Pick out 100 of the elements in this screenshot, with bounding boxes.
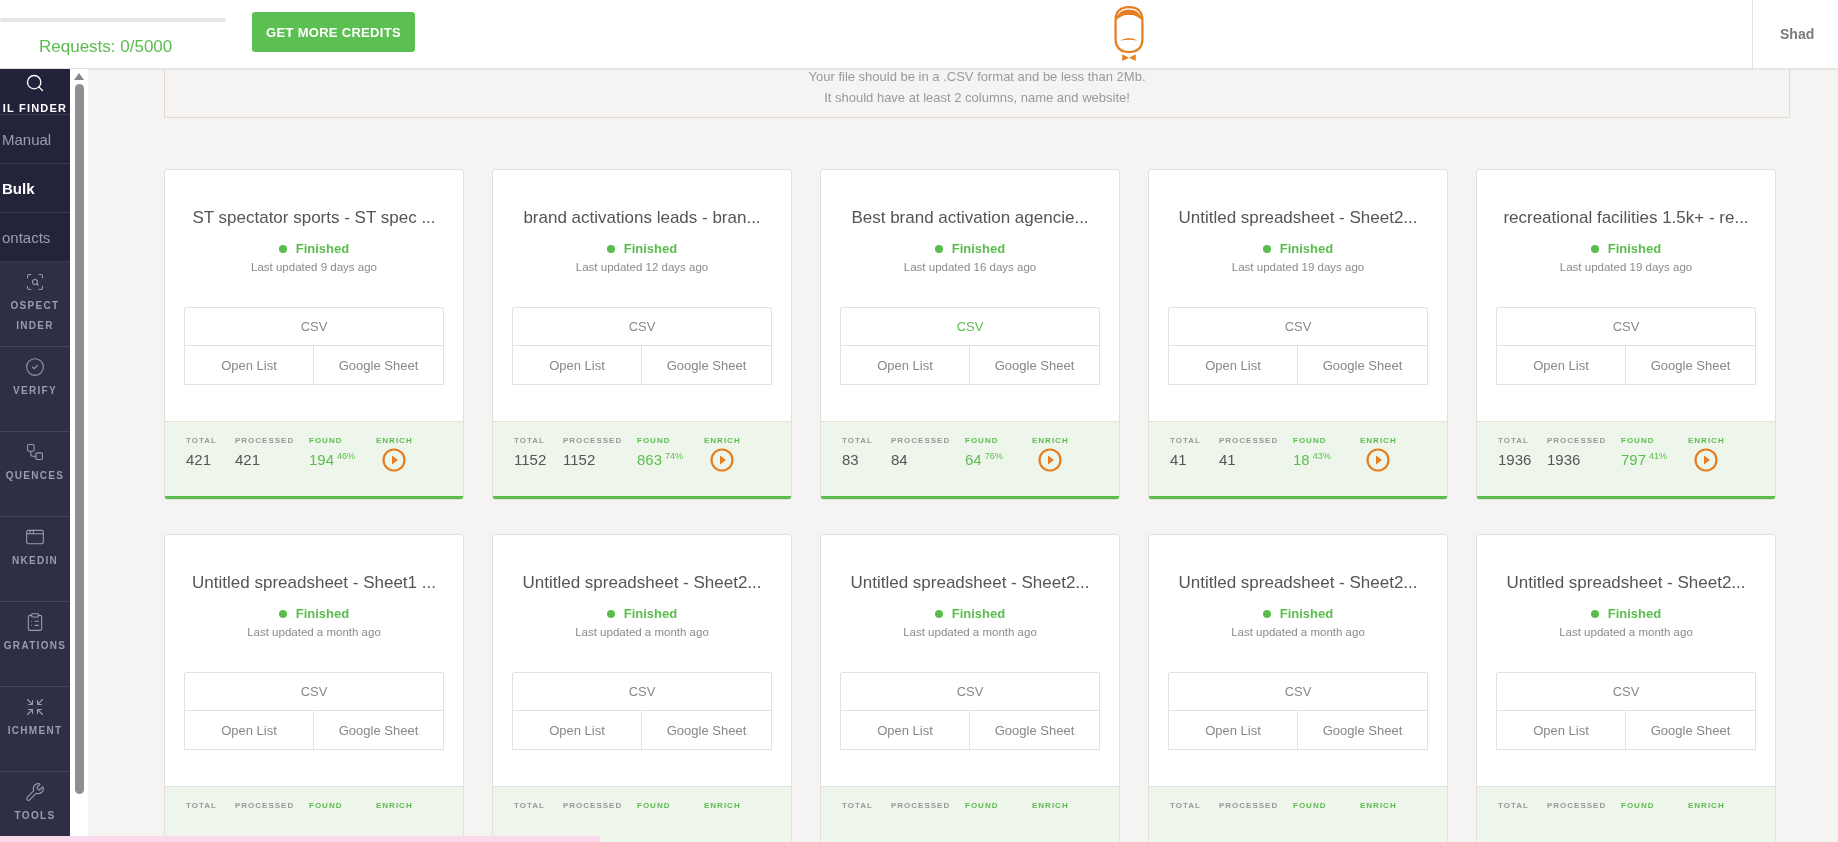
- google-sheet-button[interactable]: Google Sheet: [314, 346, 444, 385]
- nav-item[interactable]: QUENCES: [5, 470, 65, 482]
- play-button[interactable]: [1038, 448, 1062, 472]
- play-button[interactable]: [1694, 448, 1718, 472]
- last-updated: Last updated 16 days ago: [902, 261, 1038, 273]
- upload-hint: It should have at least 2 columns, name and website!: [824, 90, 1130, 105]
- play-button[interactable]: [710, 448, 734, 472]
- stat-label: TOTAL: [1170, 436, 1201, 445]
- stat-value: 1936: [1498, 451, 1533, 470]
- stat-label: FOUND: [965, 436, 999, 445]
- list-title: Untitled spreadsheet - Sheet2...: [1505, 573, 1747, 593]
- list-title: Untitled spreadsheet - Sheet2...: [849, 573, 1091, 593]
- stat-value: 41: [1219, 451, 1237, 470]
- scrollbar-thumb[interactable]: [74, 84, 84, 794]
- nav-item[interactable]: OSPECT: [10, 300, 60, 312]
- open-list-button[interactable]: Open List: [512, 711, 642, 750]
- open-list-button[interactable]: Open List: [512, 346, 642, 385]
- stat-label: PROCESSED: [563, 801, 623, 810]
- user-name[interactable]: Shad: [1780, 26, 1815, 42]
- list-title: Best brand activation agencie...: [850, 208, 1090, 228]
- stat-label: PROCESSED: [1219, 436, 1279, 445]
- csv-button[interactable]: CSV: [1496, 307, 1756, 346]
- stat-label: TOTAL: [514, 801, 545, 810]
- stat-label: FOUND: [637, 436, 671, 445]
- stat-label: PROCESSED: [1219, 801, 1279, 810]
- open-list-button[interactable]: Open List: [1168, 346, 1298, 385]
- list-title: Untitled spreadsheet - Sheet1 ...: [191, 573, 437, 593]
- last-updated: Last updated 12 days ago: [574, 261, 710, 273]
- stat-label: FOUND: [309, 436, 343, 445]
- search-icon: [25, 73, 45, 93]
- stat-label: TOTAL: [842, 436, 873, 445]
- stat-label: TOTAL: [514, 436, 545, 445]
- stat-value: 64 $^{76%}$: [965, 451, 1004, 470]
- open-list-button[interactable]: Open List: [840, 711, 970, 750]
- nav-subitem[interactable]: ontacts: [0, 213, 70, 262]
- stat-label: TOTAL: [1498, 436, 1529, 445]
- stat-value: 797 $^{41%}$: [1621, 451, 1669, 470]
- csv-button[interactable]: CSV: [1168, 672, 1428, 711]
- status-dot: [606, 244, 615, 253]
- stat-value: 194 $^{46%}$: [309, 451, 357, 470]
- nav-item[interactable]: INDER: [16, 320, 54, 332]
- nav-item[interactable]: TOOLS: [14, 810, 56, 822]
- nav-item[interactable]: VERIFY: [13, 385, 57, 397]
- status-dot: [1590, 244, 1599, 253]
- get-credits-button[interactable]: GET MORE CREDITS: [252, 12, 415, 52]
- stat-label: TOTAL: [1498, 801, 1529, 810]
- nav-item[interactable]: NKEDIN: [11, 555, 59, 567]
- google-sheet-button[interactable]: Google Sheet: [970, 711, 1100, 750]
- google-sheet-button[interactable]: Google Sheet: [642, 346, 772, 385]
- stat-label: ENRICH: [376, 801, 413, 810]
- csv-button[interactable]: CSV: [840, 672, 1100, 711]
- list-title: Untitled spreadsheet - Sheet2...: [1177, 208, 1419, 228]
- open-list-button[interactable]: Open List: [1496, 346, 1626, 385]
- last-updated: Last updated a month ago: [902, 626, 1038, 638]
- nav-subitem[interactable]: Bulk: [0, 164, 70, 213]
- google-sheet-button[interactable]: Google Sheet: [1298, 711, 1428, 750]
- google-sheet-button[interactable]: Google Sheet: [1626, 711, 1756, 750]
- stat-label: TOTAL: [842, 801, 873, 810]
- last-updated: Last updated a month ago: [1230, 626, 1366, 638]
- status-dot: [934, 609, 943, 618]
- google-sheet-button[interactable]: Google Sheet: [970, 346, 1100, 385]
- list-icon: [25, 612, 45, 632]
- status-text: Finished: [623, 606, 678, 621]
- csv-button[interactable]: CSV: [184, 307, 444, 346]
- wrench-icon: [25, 782, 45, 802]
- open-list-button[interactable]: Open List: [1496, 711, 1626, 750]
- stat-label: FOUND: [1621, 436, 1655, 445]
- nav-item[interactable]: GRATIONS: [3, 640, 67, 652]
- list-title: ST spectator sports - ST spec ...: [191, 208, 437, 228]
- google-sheet-button[interactable]: Google Sheet: [1298, 346, 1428, 385]
- stat-label: PROCESSED: [1547, 436, 1607, 445]
- open-list-button[interactable]: Open List: [184, 346, 314, 385]
- nav-item[interactable]: ICHMENT: [7, 725, 63, 737]
- open-list-button[interactable]: Open List: [184, 711, 314, 750]
- open-list-button[interactable]: Open List: [840, 346, 970, 385]
- stat-label: FOUND: [1293, 801, 1327, 810]
- csv-button[interactable]: CSV: [1496, 672, 1756, 711]
- csv-button[interactable]: CSV: [184, 672, 444, 711]
- google-sheet-button[interactable]: Google Sheet: [642, 711, 772, 750]
- stat-value: 1152: [514, 451, 548, 470]
- last-updated: Last updated 19 days ago: [1230, 261, 1366, 273]
- status-text: Finished: [1607, 606, 1662, 621]
- stat-value: 863 $^{74%}$: [637, 451, 685, 470]
- csv-button[interactable]: CSV: [840, 307, 1100, 346]
- google-sheet-button[interactable]: Google Sheet: [314, 711, 444, 750]
- nav-subitem[interactable]: Manual: [0, 115, 70, 164]
- stat-value: 18 $^{43%}$: [1293, 451, 1332, 470]
- last-updated: Last updated 19 days ago: [1558, 261, 1694, 273]
- status-dot: [934, 244, 943, 253]
- play-button[interactable]: [382, 448, 406, 472]
- open-list-button[interactable]: Open List: [1168, 711, 1298, 750]
- csv-button[interactable]: CSV: [512, 672, 772, 711]
- csv-button[interactable]: CSV: [512, 307, 772, 346]
- upload-hint: Your file should be in a .CSV format and be less than 2Mb.: [808, 69, 1146, 84]
- google-sheet-button[interactable]: Google Sheet: [1626, 346, 1756, 385]
- requests-count: Requests: 0/5000: [39, 37, 174, 57]
- status-dot: [1262, 244, 1271, 253]
- play-button[interactable]: [1366, 448, 1390, 472]
- scroll-up-icon[interactable]: [74, 73, 84, 80]
- csv-button[interactable]: CSV: [1168, 307, 1428, 346]
